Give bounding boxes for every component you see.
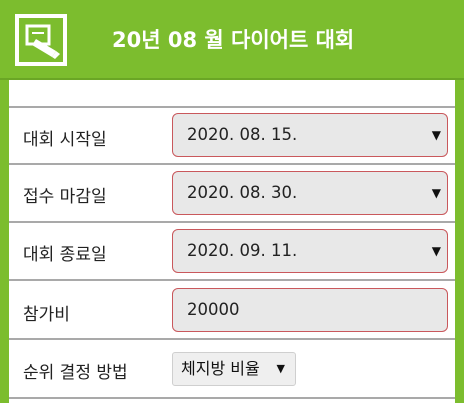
right-border xyxy=(455,80,464,403)
entry-deadline-label: 접수 마감일 xyxy=(23,187,107,207)
entry-fee-value: 20000 xyxy=(187,300,240,319)
divider xyxy=(9,221,455,223)
ranking-method-select[interactable]: 체지방 비율 ▼ xyxy=(172,352,296,386)
app-header: 20년 08 월 다이어트 대회 xyxy=(0,0,464,80)
entry-deadline-select[interactable]: 2020. 08. 30. ▼ xyxy=(172,171,448,215)
note-edit-icon xyxy=(15,14,67,66)
divider xyxy=(9,106,455,108)
entry-fee-label: 참가비 xyxy=(23,305,70,325)
dropdown-arrow-icon: ▼ xyxy=(276,362,285,375)
start-date-label: 대회 시작일 xyxy=(23,130,107,150)
start-date-value: 2020. 08. 15. xyxy=(187,125,298,144)
ranking-method-label: 순위 결정 방법 xyxy=(23,363,128,383)
entry-fee-input[interactable]: 20000 xyxy=(172,288,448,332)
end-date-select[interactable]: 2020. 09. 11. ▼ xyxy=(172,229,448,273)
dropdown-arrow-icon: ▼ xyxy=(431,186,441,200)
left-border xyxy=(0,80,9,403)
end-date-label: 대회 종료일 xyxy=(23,245,107,265)
divider xyxy=(9,163,455,165)
start-date-select[interactable]: 2020. 08. 15. ▼ xyxy=(172,113,448,157)
ranking-method-value: 체지방 비율 xyxy=(181,359,260,378)
dropdown-arrow-icon: ▼ xyxy=(431,244,441,258)
entry-deadline-value: 2020. 08. 30. xyxy=(187,183,298,202)
end-date-value: 2020. 09. 11. xyxy=(187,241,298,260)
page-title: 20년 08 월 다이어트 대회 xyxy=(112,28,355,52)
dropdown-arrow-icon: ▼ xyxy=(431,128,441,142)
divider xyxy=(9,279,455,281)
divider xyxy=(9,397,455,399)
divider xyxy=(9,338,455,340)
